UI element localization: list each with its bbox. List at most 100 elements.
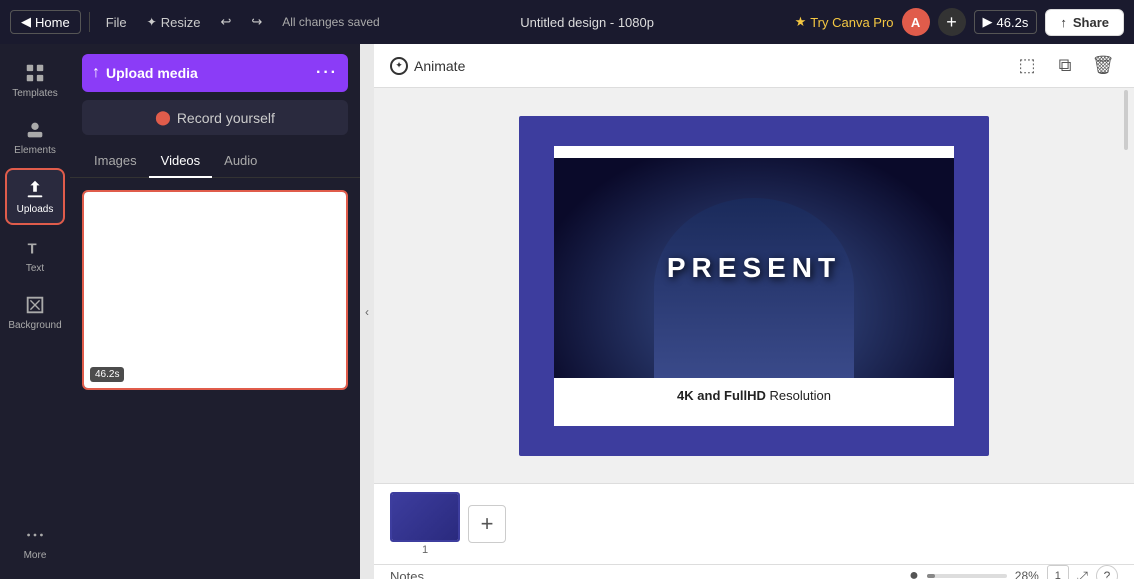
media-tabs: Images Videos Audio [70,145,360,178]
redo-icon: ↪ [251,14,262,30]
slide-thumb-num: 1 [422,544,428,556]
page-num-box: 1 [1047,565,1069,579]
resize-icon: ✦ [147,15,157,29]
notes-dot: ● [909,567,919,579]
saved-status: All changes saved [282,15,379,29]
delete-icon: 🗑 [1092,55,1115,76]
timer-label: 46.2s [997,15,1029,30]
file-button[interactable]: File [98,12,135,33]
animate-button[interactable]: ✦ Animate [390,57,465,75]
fullscreen-button[interactable]: ⤢ [1077,568,1088,579]
present-text: PRESENT [667,252,841,284]
home-label: Home [35,15,70,30]
animate-label: Animate [414,58,465,74]
upload-dots: ··· [316,64,338,82]
tab-videos-label: Videos [161,153,201,168]
sidebar-item-background-label: Background [8,320,61,331]
add-slide-icon: + [481,511,494,537]
thumb-preview [84,192,346,388]
try-pro-button[interactable]: ★ Try Canva Pro [795,14,894,30]
chevron-left-icon: ‹ [365,305,369,319]
home-button[interactable]: ◀ Home [10,10,81,34]
redo-button[interactable]: ↪ [243,11,270,33]
sidebar-item-templates[interactable]: Templates [5,54,65,107]
timeline-row: 1 + [374,484,1134,565]
slide-caption: 4K and FullHD Resolution [667,378,841,413]
delete-button[interactable]: 🗑 [1088,51,1118,81]
icon-sidebar: Templates Elements Uploads T Text Backgr… [0,44,70,579]
nav-right-area: ★ Try Canva Pro A + ▶ 46.2s ↑ Share [795,8,1124,36]
share-icon: ↑ [1060,15,1067,30]
canvas-scroll[interactable]: PRESENT 4K and FullHD Resolution [374,88,1134,483]
design-title: Untitled design - 1080p [520,15,654,30]
slide-thumbs: 1 + [390,492,506,556]
top-nav: ◀ Home File ✦ Resize ↩ ↪ All changes sav… [0,0,1134,44]
upload-media-button[interactable]: ↑ Upload media ··· [82,54,348,92]
record-label: Record yourself [177,110,275,126]
add-button[interactable]: + [938,8,966,36]
sidebar-item-templates-label: Templates [12,88,58,99]
slide-thumb-wrapper-1: 1 [390,492,460,556]
panel-content: 46.2s [70,178,360,579]
add-slide-button[interactable]: + [468,505,506,543]
record-icon: ⬤ [155,109,171,126]
sidebar-item-background[interactable]: Background [5,286,65,339]
vertical-scrollbar[interactable] [1122,88,1130,483]
bottom-bar: 1 + Notes ● 28% 1 [374,483,1134,579]
record-yourself-button[interactable]: ⬤ Record yourself [82,100,348,135]
avatar[interactable]: A [902,8,930,36]
avatar-letter: A [911,15,920,30]
timer-button[interactable]: ▶ 46.2s [974,10,1038,34]
sidebar-item-text-label: Text [26,263,44,274]
copy-icon: ⧉ [1059,55,1072,76]
tab-audio-label: Audio [224,153,257,168]
undo-button[interactable]: ↩ [212,11,239,33]
share-button[interactable]: ↑ Share [1045,9,1124,36]
canvas-toolbar: ✦ Animate ⬚ ⧉ 🗑 [374,44,1134,88]
upload-icon [24,178,46,200]
file-label: File [106,15,127,30]
notes-row: Notes ● 28% 1 ⤢ ? [374,565,1134,579]
star-icon: ★ [795,14,807,30]
try-pro-label: Try Canva Pro [810,15,893,30]
undo-icon: ↩ [220,14,231,30]
tab-videos[interactable]: Videos [149,145,213,178]
animate-icon: ✦ [390,57,408,75]
design-title-area: Untitled design - 1080p [384,15,791,30]
zoom-slider[interactable] [927,574,1007,578]
media-thumb-1[interactable]: 46.2s [82,190,348,390]
hide-panel-button[interactable]: ‹ [360,44,374,579]
toolbar-right: ⬚ ⧉ 🗑 [1012,51,1118,81]
svg-text:T: T [28,242,37,258]
upload-media-label: Upload media [106,65,198,81]
sidebar-item-uploads[interactable]: Uploads [5,168,65,225]
share-label: Share [1073,15,1109,30]
thumb-duration: 46.2s [90,367,124,382]
nav-divider [89,12,90,32]
sidebar-item-more[interactable]: More [5,516,65,569]
media-panel: ↑ Upload media ··· ⬤ Record yourself Ima… [70,44,360,579]
slide-canvas: PRESENT 4K and FullHD Resolution [519,116,989,456]
chevron-left-icon: ◀ [21,14,31,30]
sidebar-item-elements[interactable]: Elements [5,111,65,164]
zoom-slider-fill [927,574,935,578]
upload-arrow-icon: ↑ [92,64,100,82]
tab-audio[interactable]: Audio [212,145,269,178]
notes-label: Notes [390,569,424,579]
thumb-inner [392,494,458,540]
caption-text: 4K and FullHD Resolution [677,388,831,403]
canvas-area: ✦ Animate ⬚ ⧉ 🗑 [374,44,1134,579]
page-num: 1 [1055,570,1061,579]
notes-right-area: ● 28% 1 ⤢ ? [436,565,1118,579]
tab-images[interactable]: Images [82,145,149,178]
main-layout: Templates Elements Uploads T Text Backgr… [0,44,1134,579]
panel-top: ↑ Upload media ··· ⬤ Record yourself [70,44,360,145]
slide-thumb-1[interactable] [390,492,460,542]
help-button[interactable]: ? [1096,565,1118,579]
sidebar-item-elements-label: Elements [14,145,56,156]
new-tab-button[interactable]: ⬚ [1012,51,1042,81]
sidebar-item-text[interactable]: T Text [5,229,65,282]
copy-button[interactable]: ⧉ [1050,51,1080,81]
tab-images-label: Images [94,153,137,168]
resize-button[interactable]: ✦ Resize [139,12,209,33]
